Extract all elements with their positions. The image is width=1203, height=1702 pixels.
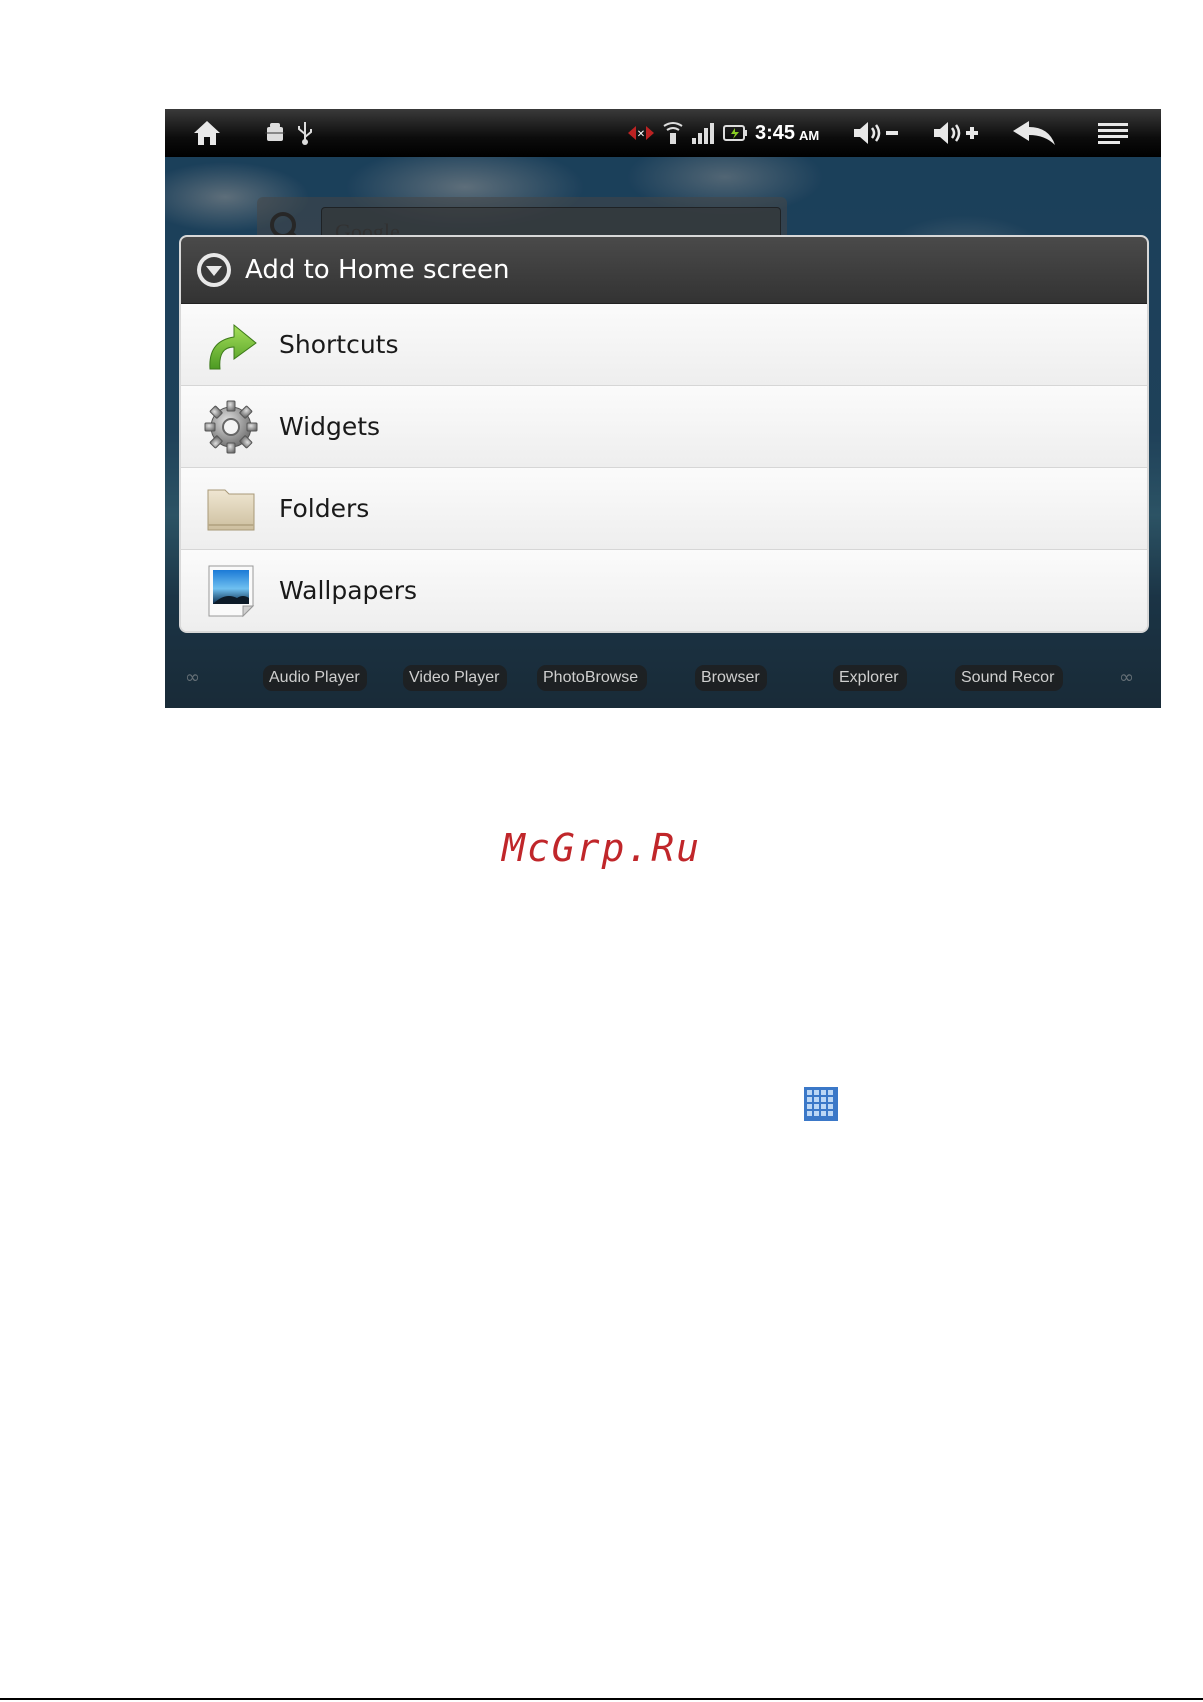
apps-grid-icon xyxy=(804,1087,838,1121)
battery-charging-icon xyxy=(721,109,749,157)
menu-item-folders[interactable]: Folders xyxy=(181,468,1147,550)
status-clock: 3:45 AM xyxy=(755,109,819,157)
home-icon[interactable] xyxy=(187,109,227,157)
android-debug-icon xyxy=(261,109,289,157)
menu-item-label: Folders xyxy=(279,494,370,523)
dock-app-browser[interactable]: Browser xyxy=(695,665,767,691)
menu-item-widgets[interactable]: Widgets xyxy=(181,386,1147,468)
watermark-text: McGrp.Ru xyxy=(501,826,702,870)
gear-icon xyxy=(203,399,259,455)
dock-page-indicator-right[interactable]: ∞ xyxy=(1119,667,1134,688)
clock-time: 3:45 xyxy=(755,121,796,144)
signal-bars-icon xyxy=(689,109,717,157)
add-to-home-screen-dialog: Add to Home screen Shortcuts Widgets Fol… xyxy=(181,237,1147,631)
dialog-title: Add to Home screen xyxy=(245,255,510,285)
menu-item-label: Widgets xyxy=(279,412,381,441)
svg-text:✕: ✕ xyxy=(637,129,645,140)
dock-app-explorer[interactable]: Explorer xyxy=(833,665,907,691)
status-bar: ✕ 3:45 AM xyxy=(165,109,1161,157)
page-bottom-rule xyxy=(0,1698,1203,1700)
clock-ampm: AM xyxy=(799,127,820,143)
app-dock: ∞ Audio Player Video Player PhotoBrowse … xyxy=(165,657,1161,697)
dock-app-photobrowser[interactable]: PhotoBrowse xyxy=(537,665,647,691)
dialog-header-icon xyxy=(197,253,231,287)
folder-icon xyxy=(203,481,259,537)
usb-icon xyxy=(293,109,317,157)
dock-page-indicator-left[interactable]: ∞ xyxy=(185,667,200,688)
dock-app-video-player[interactable]: Video Player xyxy=(403,665,507,691)
menu-item-label: Wallpapers xyxy=(279,576,418,605)
picture-icon xyxy=(203,563,259,619)
menu-item-shortcuts[interactable]: Shortcuts xyxy=(181,304,1147,386)
wifi-icon xyxy=(661,109,685,157)
volume-down-icon[interactable] xyxy=(851,109,903,157)
menu-item-label: Shortcuts xyxy=(279,330,399,359)
menu-item-wallpapers[interactable]: Wallpapers xyxy=(181,550,1147,631)
back-icon[interactable] xyxy=(1009,109,1059,157)
dock-app-sound-recorder[interactable]: Sound Recor xyxy=(955,665,1063,691)
volume-up-icon[interactable] xyxy=(931,109,983,157)
no-signal-icon: ✕ xyxy=(625,109,657,157)
dock-app-audio-player[interactable]: Audio Player xyxy=(263,665,367,691)
menu-icon[interactable] xyxy=(1093,109,1133,157)
dialog-header: Add to Home screen xyxy=(181,237,1147,304)
device-screen: Google ∞ Audio Player Video Player Photo… xyxy=(165,109,1161,708)
shortcut-arrow-icon xyxy=(203,317,259,373)
